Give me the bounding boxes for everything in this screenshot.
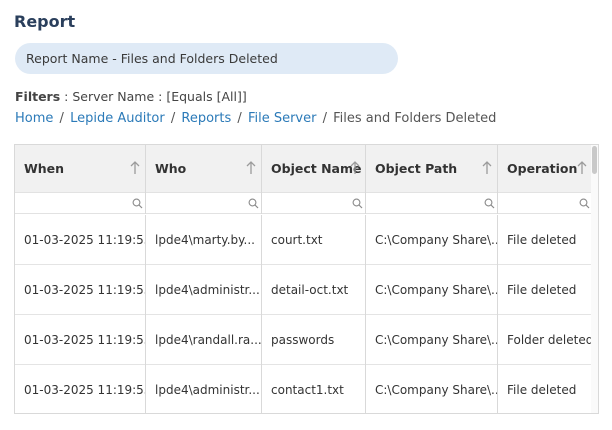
search-icon [352,198,363,209]
cell-object-path: C:\Company Share\... [366,315,498,365]
breadcrumb-home-link[interactable]: Home [15,111,53,126]
table-row[interactable]: 01-03-2025 11:19:53 lpde4\administr... det… [15,265,593,315]
report-grid: When Who Object Name Object Path Operation 0… [14,144,599,414]
column-filter-object-name[interactable] [262,193,366,214]
cell-object-name: passwords [262,315,366,365]
cell-object-path: C:\Company Share\... [366,365,498,413]
search-icon [132,198,143,209]
filters-value: : Server Name : [Equals [All]] [60,89,247,104]
column-header-object-name[interactable]: Object Name [262,145,366,193]
column-filter-object-path[interactable] [366,193,498,214]
column-header-label: Operation [507,161,578,176]
cell-object-name: contact1.txt [262,365,366,413]
search-icon [248,198,259,209]
sort-arrow-icon[interactable] [350,161,360,175]
cell-object-name: court.txt [262,215,366,265]
cell-when: 01-03-2025 11:19:53 [15,215,146,265]
report-name-field: Report Name - Files and Folders Deleted [15,43,398,74]
column-header-object-path[interactable]: Object Path [366,145,498,193]
cell-when: 01-03-2025 11:19:53 [15,315,146,365]
cell-when: 01-03-2025 11:19:53 [15,365,146,413]
cell-object-path: C:\Company Share\... [366,215,498,265]
table-row[interactable]: 01-03-2025 11:19:53 lpde4\randall.ra... pa… [15,315,593,365]
cell-object-path: C:\Company Share\... [366,265,498,315]
cell-who: lpde4\marty.by... [146,215,262,265]
breadcrumb-separator: / [237,111,242,126]
breadcrumb-lepide-auditor-link[interactable]: Lepide Auditor [70,111,165,126]
column-filter-when[interactable] [15,193,146,214]
cell-when: 01-03-2025 11:19:53 [15,265,146,315]
sort-arrow-icon[interactable] [130,161,140,175]
cell-operation: File deleted [498,215,593,265]
grid-header: When Who Object Name Object Path Operation [15,145,593,193]
column-header-label: When [24,161,65,176]
vertical-scrollbar-thumb[interactable] [592,146,597,174]
breadcrumb-file-server-link[interactable]: File Server [248,111,317,126]
column-filter-operation[interactable] [498,193,593,214]
cell-who: lpde4\administr... [146,265,262,315]
grid-filter-row [15,193,593,214]
filters-line: Filters : Server Name : [Equals [All]] [15,89,247,104]
search-icon [484,198,495,209]
vertical-scrollbar[interactable] [591,145,598,413]
breadcrumb-separator: / [170,111,176,126]
cell-who: lpde4\administr... [146,365,262,413]
breadcrumb-current: Files and Folders Deleted [333,111,497,126]
sort-arrow-icon[interactable] [482,161,492,175]
filters-label: Filters [15,89,61,104]
cell-operation: File deleted [498,365,593,413]
sort-arrow-icon[interactable] [246,161,256,175]
column-header-who[interactable]: Who [146,145,262,193]
breadcrumb-separator: / [59,111,64,126]
breadcrumb-reports-link[interactable]: Reports [181,111,231,126]
sort-arrow-icon[interactable] [577,161,587,175]
search-icon [579,198,590,209]
cell-operation: File deleted [498,265,593,315]
table-row[interactable]: 01-03-2025 11:19:53 lpde4\administr... con… [15,365,593,413]
column-header-when[interactable]: When [15,145,146,193]
breadcrumb: Home / Lepide Auditor / Reports / File S… [15,111,496,126]
column-filter-who[interactable] [146,193,262,214]
column-header-label: Who [155,161,187,176]
column-header-label: Object Path [375,161,458,176]
cell-object-name: detail-oct.txt [262,265,366,315]
table-row[interactable]: 01-03-2025 11:19:53 lpde4\marty.by... cour… [15,215,593,265]
column-header-label: Object Name [271,161,362,176]
cell-operation: Folder deleted [498,315,593,365]
column-header-operation[interactable]: Operation [498,145,593,193]
breadcrumb-separator: / [322,111,327,126]
cell-who: lpde4\randall.ra... [146,315,262,365]
page-title: Report [14,12,76,31]
